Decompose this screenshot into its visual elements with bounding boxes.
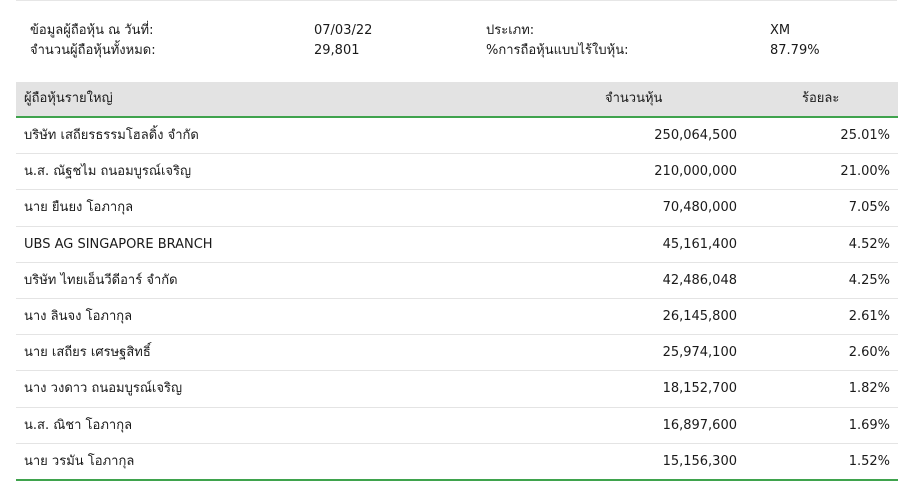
- percent-value: 7.05%: [848, 200, 890, 216]
- shares-count: 26,145,800: [662, 308, 737, 324]
- header-percent: ร้อยละ: [802, 91, 840, 106]
- percent-value: 4.52%: [848, 236, 890, 252]
- shares-count: 15,156,300: [662, 453, 737, 469]
- shareholder-info-summary: ข้อมูลผู้ถือหุ้น ณ วันที่: 07/03/22 ประเ…: [30, 22, 890, 62]
- table-row: บริษัท ไทยเอ็นวีดีอาร์ จำกัด 42,486,048 …: [16, 263, 898, 299]
- data-date-value: 07/03/22: [314, 23, 373, 38]
- total-holders-label: จำนวนผู้ถือหุ้นทั้งหมด:: [30, 43, 156, 58]
- shares-count: 210,000,000: [654, 164, 737, 180]
- free-float-label: %การถือหุ้นแบบไร้ใบหุ้น:: [486, 43, 629, 58]
- percent-value: 2.61%: [848, 308, 890, 324]
- shareholder-name: นาง ลินจง โอภากุล: [24, 308, 133, 324]
- table-body: บริษัท เสถียรธรรมโฮลดิ้ง จำกัด 250,064,5…: [16, 118, 898, 481]
- percent-value: 25.01%: [840, 128, 890, 143]
- table-row: น.ส. ณัฐชไม ถนอมบูรณ์เจริญ 210,000,000 2…: [16, 154, 898, 191]
- shareholder-name: น.ส. ณัฐชไม ถนอมบูรณ์เจริญ: [24, 164, 192, 180]
- shareholder-name: บริษัท เสถียรธรรมโฮลดิ้ง จำกัด: [24, 128, 199, 143]
- major-shareholders-table: ผู้ถือหุ้นรายใหญ่ จำนวนหุ้น ร้อยละ บริษั…: [16, 82, 898, 481]
- percent-value: 1.82%: [848, 381, 890, 397]
- table-row: UBS AG SINGAPORE BRANCH 45,161,400 4.52%: [16, 227, 898, 263]
- shares-count: 16,897,600: [662, 417, 737, 433]
- shares-count: 45,161,400: [662, 236, 737, 252]
- header-shareholder: ผู้ถือหุ้นรายใหญ่: [24, 91, 113, 106]
- table-row: นาย ยืนยง โอภากุล 70,480,000 7.05%: [16, 190, 898, 227]
- shares-count: 25,974,100: [662, 345, 737, 361]
- shareholder-name: บริษัท ไทยเอ็นวีดีอาร์ จำกัด: [24, 272, 178, 288]
- shares-count: 18,152,700: [662, 381, 737, 397]
- shareholder-name: นาย วรมัน โอภากุล: [24, 453, 135, 469]
- percent-value: 2.60%: [848, 345, 890, 361]
- total-holders-value: 29,801: [314, 43, 360, 58]
- shares-count: 42,486,048: [662, 272, 737, 288]
- shareholder-name: น.ส. ณิชา โอภากุล: [24, 417, 133, 433]
- percent-value: 21.00%: [840, 164, 890, 180]
- data-date-label: ข้อมูลผู้ถือหุ้น ณ วันที่:: [30, 23, 154, 38]
- shareholder-name: นาง วงดาว ถนอมบูรณ์เจริญ: [24, 381, 183, 397]
- free-float-value: 87.79%: [770, 43, 820, 58]
- table-row: บริษัท เสถียรธรรมโฮลดิ้ง จำกัด 250,064,5…: [16, 118, 898, 155]
- table-row: นาย วรมัน โอภากุล 15,156,300 1.52%: [16, 444, 898, 479]
- percent-value: 1.69%: [848, 417, 890, 433]
- percent-value: 1.52%: [848, 453, 890, 469]
- type-label: ประเภท:: [486, 23, 535, 38]
- shareholder-name: นาย ยืนยง โอภากุล: [24, 200, 134, 216]
- shares-count: 70,480,000: [662, 200, 737, 216]
- header-shares: จำนวนหุ้น: [605, 91, 663, 106]
- table-row: นาย เสถียร เศรษฐสิทธิ์ 25,974,100 2.60%: [16, 335, 898, 372]
- type-value: XM: [770, 23, 791, 38]
- table-row: นาง ลินจง โอภากุล 26,145,800 2.61%: [16, 299, 898, 336]
- table-header: ผู้ถือหุ้นรายใหญ่ จำนวนหุ้น ร้อยละ: [16, 82, 898, 118]
- info-row-1: ข้อมูลผู้ถือหุ้น ณ วันที่: 07/03/22 ประเ…: [30, 22, 890, 40]
- table-row: นาง วงดาว ถนอมบูรณ์เจริญ 18,152,700 1.82…: [16, 371, 898, 408]
- top-divider: [16, 0, 897, 1]
- shares-count: 250,064,500: [654, 128, 737, 143]
- shareholder-name: UBS AG SINGAPORE BRANCH: [24, 236, 213, 252]
- shareholder-name: นาย เสถียร เศรษฐสิทธิ์: [24, 345, 151, 361]
- info-row-2: จำนวนผู้ถือหุ้นทั้งหมด: 29,801 %การถือหุ…: [30, 42, 890, 60]
- table-row: น.ส. ณิชา โอภากุล 16,897,600 1.69%: [16, 408, 898, 444]
- percent-value: 4.25%: [848, 272, 890, 288]
